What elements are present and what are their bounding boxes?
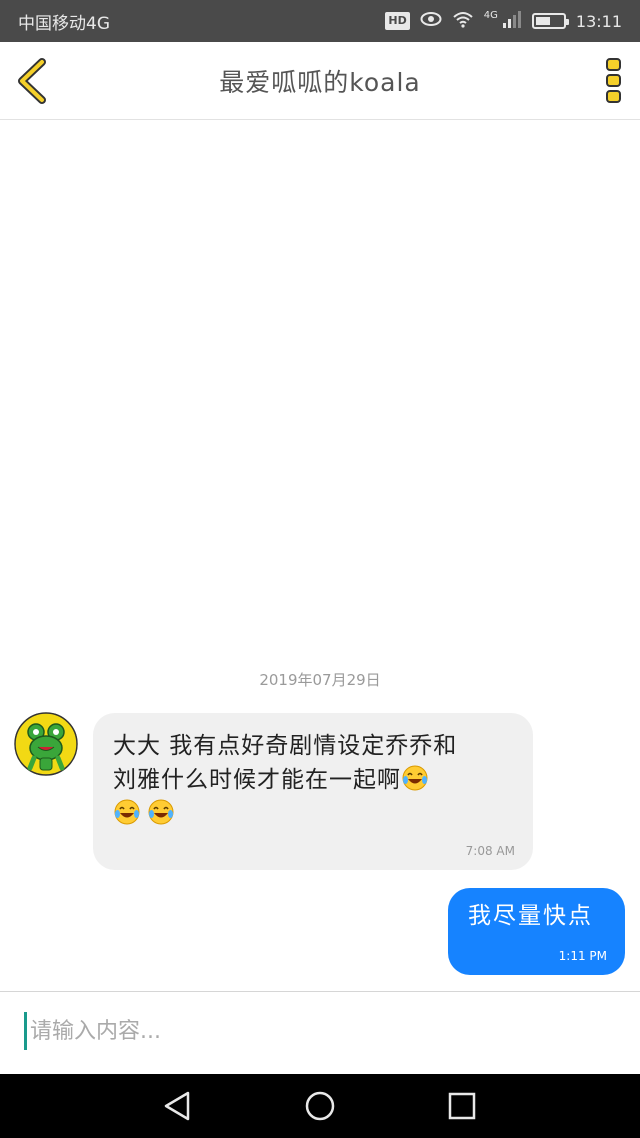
message-timestamp: 1:11 PM	[558, 949, 607, 963]
message-timestamp: 7:08 AM	[465, 844, 515, 858]
system-nav-bar	[0, 1074, 640, 1138]
text-caret	[24, 1012, 27, 1050]
message-input[interactable]	[30, 1008, 610, 1054]
more-options-button[interactable]	[604, 56, 624, 106]
message-line-with-emoji: 刘雅什么时候才能在一起啊	[113, 763, 513, 797]
tears-of-joy-emoji	[402, 765, 428, 791]
conversation-title: 最爱呱呱的koala	[219, 67, 421, 97]
avatar[interactable]	[14, 712, 78, 776]
network-type-label: 4G	[483, 9, 498, 21]
outgoing-message[interactable]: 我尽量快点 1:11 PM	[448, 888, 625, 975]
status-bar: 中国移动4G HD 4G 13:11	[0, 0, 640, 42]
emoji-row	[113, 797, 513, 831]
nav-home-button[interactable]	[302, 1088, 338, 1124]
message-text: 大大 我有点好奇剧情设定乔乔和 刘雅什么时候才能在一起啊	[113, 729, 513, 831]
back-button[interactable]	[14, 58, 54, 104]
carrier-label: 中国移动4G	[18, 13, 110, 34]
status-icons: HD 4G 13:11	[385, 10, 622, 33]
date-separator: 2019年07月29日	[259, 671, 381, 689]
nav-back-button[interactable]	[160, 1088, 196, 1124]
wifi-icon	[452, 10, 474, 33]
message-list[interactable]: 2019年07月29日 大大 我有点好奇剧情设定乔乔和 刘雅什么时候才能在一起啊…	[0, 121, 640, 991]
message-line: 大大 我有点好奇剧情设定乔乔和	[113, 733, 458, 759]
battery-icon	[531, 13, 569, 29]
clock: 13:11	[575, 11, 622, 31]
tears-of-joy-emoji	[148, 799, 174, 825]
composer	[0, 991, 640, 1074]
back-triangle-icon	[164, 1091, 190, 1121]
signal-icon	[502, 10, 522, 33]
recents-square-icon	[448, 1092, 476, 1120]
chevron-left-icon	[18, 58, 46, 104]
hd-badge: HD	[385, 12, 410, 30]
nav-recents-button[interactable]	[444, 1088, 480, 1124]
home-circle-icon	[305, 1091, 335, 1121]
chat-header: 最爱呱呱的koala	[0, 42, 640, 120]
frog-avatar-icon	[14, 712, 78, 776]
message-text: 我尽量快点	[468, 903, 593, 929]
message-line: 刘雅什么时候才能在一起啊	[113, 767, 401, 793]
battery-level	[535, 17, 551, 25]
eye-icon	[420, 11, 442, 32]
tears-of-joy-emoji	[114, 799, 140, 825]
incoming-message[interactable]: 大大 我有点好奇剧情设定乔乔和 刘雅什么时候才能在一起啊 7:08 AM	[93, 713, 533, 870]
more-vertical-icon	[606, 58, 621, 103]
